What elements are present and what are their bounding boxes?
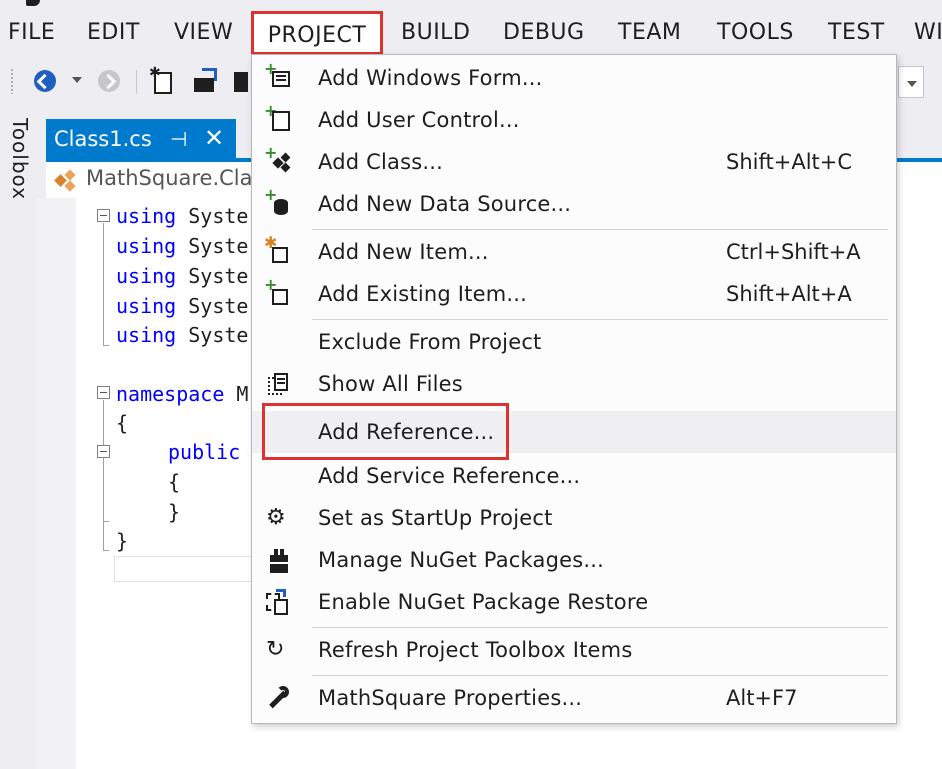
collapse-class-icon[interactable]: [97, 445, 110, 458]
menu-item-label: Show All Files: [318, 372, 463, 396]
menu-item-shortcut: Alt+F7: [726, 686, 798, 710]
code-line: using Syste: [116, 294, 249, 318]
code-line: using Syste: [116, 264, 249, 288]
class-icon: [54, 168, 80, 192]
back-dropdown-caret-icon[interactable]: [72, 77, 82, 83]
menu-item-enable-nuget-package-restore[interactable]: Enable NuGet Package Restore: [252, 581, 896, 623]
menu-item-shortcut: Shift+Alt+C: [726, 150, 853, 174]
pin-icon[interactable]: ⊣: [170, 127, 187, 151]
menu-build[interactable]: BUILD: [401, 18, 470, 48]
new-project-icon[interactable]: ✱: [149, 66, 176, 94]
document-tab-class1[interactable]: Class1.cs ⊣ ✕: [46, 119, 236, 159]
menu-item-add-service-reference[interactable]: Add Service Reference...: [252, 455, 896, 497]
menu-item-add-new-item[interactable]: ✱ Add New Item... Ctrl+Shift+A: [252, 231, 896, 273]
menu-item-add-new-data-source[interactable]: + Add New Data Source...: [252, 183, 896, 225]
menu-item-label: Add Class...: [318, 150, 444, 174]
gear-icon: ⚙: [266, 505, 286, 530]
menu-item-manage-nuget-packages[interactable]: Manage NuGet Packages...: [252, 539, 896, 581]
menu-project[interactable]: PROJECT: [251, 11, 383, 55]
menu-file[interactable]: FILE: [8, 18, 55, 48]
code-line: {: [116, 411, 129, 435]
menu-team[interactable]: TEAM: [618, 18, 681, 48]
menu-item-exclude-from-project[interactable]: Exclude From Project: [252, 321, 896, 363]
toolbar-grip[interactable]: [10, 68, 14, 94]
menu-item-add-class[interactable]: + Add Class... Shift+Alt+C: [252, 141, 896, 183]
outline-line: [103, 223, 104, 345]
menu-item-label: Add Service Reference...: [318, 464, 581, 488]
add-windows-form-icon: +: [264, 61, 292, 91]
current-line-highlight: [114, 556, 264, 582]
code-line: using Syste: [116, 204, 249, 228]
add-reference-highlight-box: [262, 403, 509, 460]
menu-debug[interactable]: DEBUG: [503, 18, 585, 48]
menu-view[interactable]: VIEW: [174, 18, 233, 48]
refresh-icon: ↻: [266, 637, 285, 662]
menu-item-label: Add Windows Form...: [318, 66, 543, 90]
outline-end: [103, 550, 109, 551]
outline-line: [103, 400, 104, 550]
menu-item-label: Add New Data Source...: [318, 192, 572, 216]
wrench-icon: [264, 685, 292, 711]
menu-item-set-as-startup-project[interactable]: ⚙ Set as StartUp Project: [252, 497, 896, 539]
menu-separator: [312, 627, 888, 628]
menu-item-label: Set as StartUp Project: [318, 506, 553, 530]
menu-item-mathsquare-properties[interactable]: MathSquare Properties... Alt+F7: [252, 677, 896, 719]
code-line: namespace M: [116, 382, 249, 406]
navigation-path: MathSquare.Cla: [86, 166, 253, 190]
outline-end: [103, 345, 109, 346]
toolbar-separator: [136, 70, 137, 94]
menu-item-label: Manage NuGet Packages...: [318, 548, 605, 572]
outline-end: [103, 521, 109, 522]
menu-item-label: MathSquare Properties...: [318, 686, 583, 710]
app-logo-icon: [26, 0, 40, 6]
menu-item-label: Exclude From Project: [318, 330, 542, 354]
menu-edit[interactable]: EDIT: [87, 18, 140, 48]
menu-separator: [312, 675, 888, 676]
collapse-namespace-icon[interactable]: [97, 386, 110, 399]
menu-item-show-all-files[interactable]: Show All Files: [252, 363, 896, 405]
forward-arrow-icon: [96, 68, 122, 94]
menu-item-add-user-control[interactable]: + Add User Control...: [252, 99, 896, 141]
toolbar-combo-dropdown[interactable]: [898, 66, 924, 98]
back-arrow-icon[interactable]: [32, 68, 58, 94]
menu-item-shortcut: Ctrl+Shift+A: [726, 240, 861, 264]
menu-window[interactable]: WI: [914, 18, 942, 48]
menu-item-label: Add New Item...: [318, 240, 489, 264]
code-line: public: [168, 440, 241, 464]
menu-item-label: Add Existing Item...: [318, 282, 528, 306]
menu-item-add-existing-item[interactable]: + Add Existing Item... Shift+Alt+A: [252, 273, 896, 315]
add-existing-item-icon: +: [264, 277, 292, 307]
add-user-control-icon: +: [264, 103, 292, 133]
code-line: using Syste: [116, 234, 249, 258]
nuget-package-icon: [264, 547, 292, 573]
open-file-icon[interactable]: [192, 68, 218, 94]
menu-item-label: Refresh Project Toolbox Items: [318, 638, 633, 662]
menu-tools[interactable]: TOOLS: [717, 18, 794, 48]
add-new-item-icon: ✱: [264, 235, 292, 265]
menu-item-refresh-project-toolbox-items[interactable]: ↻ Refresh Project Toolbox Items: [252, 629, 896, 671]
menu-item-label: Add User Control...: [318, 108, 520, 132]
project-menu-dropdown: + Add Windows Form... + Add User Control…: [251, 54, 897, 724]
code-line: }: [168, 500, 181, 524]
menu-item-add-windows-form[interactable]: + Add Windows Form...: [252, 57, 896, 99]
menu-item-label: Enable NuGet Package Restore: [318, 590, 649, 614]
menu-test[interactable]: TEST: [828, 18, 885, 48]
editor-margin: [36, 198, 76, 769]
menu-item-shortcut: Shift+Alt+A: [726, 282, 852, 306]
close-icon[interactable]: ✕: [204, 124, 224, 152]
toolbox-tab[interactable]: Toolbox: [4, 118, 32, 218]
document-tab-label: Class1.cs: [54, 127, 152, 151]
code-line: }: [116, 529, 129, 553]
menu-separator: [312, 229, 888, 230]
add-class-icon: +: [264, 145, 292, 175]
collapse-usings-icon[interactable]: [97, 209, 110, 222]
code-line: using Syste: [116, 323, 249, 347]
add-data-source-icon: +: [264, 187, 292, 217]
menu-separator: [312, 319, 888, 320]
show-all-files-icon: [264, 371, 292, 397]
code-line: {: [168, 470, 181, 494]
package-restore-icon: [264, 589, 292, 615]
